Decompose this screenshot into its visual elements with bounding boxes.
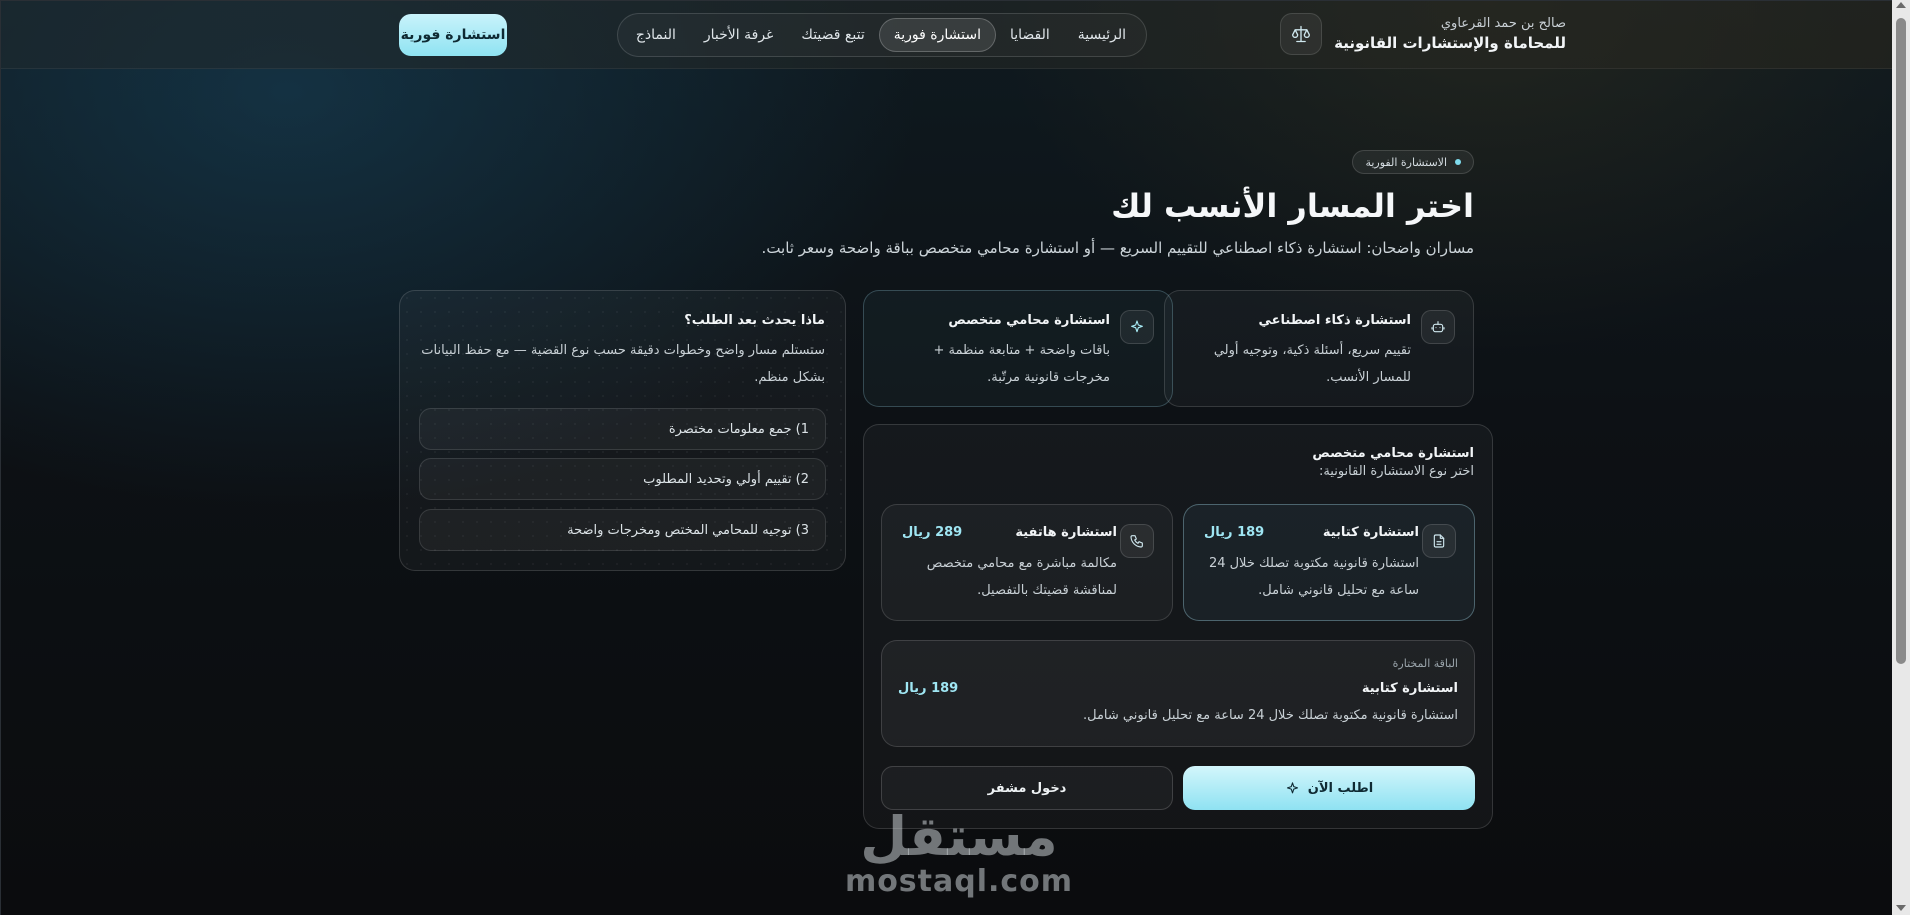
written-option-price: 189 ريال [1204,525,1265,540]
brand-subtitle: صالح بن حمد القرعاوي [1440,16,1566,31]
pill-label: الاستشارة الفورية [1365,155,1447,169]
brand-title: للمحاماة والإستشارات القانونية [1334,34,1566,52]
watermark-en: mostaql.com [844,864,1074,899]
ai-card-desc: تقييم سريع، أسئلة ذكية، وتوجيه أولي للمس… [1213,343,1411,385]
written-option-title: استشارة كتابية [1322,525,1419,540]
encrypted-login-button[interactable]: دخول مشفر [881,766,1173,810]
selected-package-title: استشارة كتابية [1361,681,1458,696]
nav-item-newsroom[interactable]: غرفة الأخبار [690,19,787,51]
app-window: صالح بن حمد القرعاوي للمحاماة والإستشارا… [0,0,1892,915]
sparkle-icon [1286,781,1298,793]
page-subtitle: مساران واضحان: استشارة ذكاء اصطناعي للتق… [761,239,1474,257]
document-icon [1422,524,1456,558]
brand[interactable]: صالح بن حمد القرعاوي للمحاماة والإستشارا… [1280,13,1566,55]
scales-icon [1280,13,1323,55]
mostaql-watermark: مستقل mostaql.com [839,809,1079,899]
phone-option-title: استشارة هاتفية [1015,525,1117,540]
scroll-up-arrow-icon[interactable] [1896,2,1906,8]
nav-item-templates[interactable]: النماذج [622,19,690,51]
phone-consultation-option[interactable]: استشارة هاتفية 289 ريال مكالمة مباشرة مع… [881,504,1173,621]
robot-icon [1421,310,1455,344]
step-item: 2) تقييم أولي وتحديد المطلوب [419,458,826,500]
brand-text: صالح بن حمد القرعاوي للمحاماة والإستشارا… [1334,15,1566,53]
pill-dot [1455,159,1461,165]
section-pill: الاستشارة الفورية [1352,150,1474,174]
after-request-title: ماذا يحدث بعد الطلب؟ [684,313,825,328]
page-title: اختر المسار الأنسب لك [1111,187,1474,225]
selected-package-price: 189 ريال [898,681,959,696]
vertical-scrollbar[interactable] [1892,0,1910,915]
ai-card-title: استشارة ذكاء اصطناعي [1258,313,1411,328]
phone-option-price: 289 ريال [902,525,963,540]
selected-package-caption: الباقة المختارة [1392,657,1458,670]
written-option-desc: استشارة قانونية مكتوبة تصلك خلال 24 ساعة… [1208,556,1419,598]
nav-item-cases[interactable]: القضايا [996,19,1064,51]
watermark-ar: مستقل [860,805,1058,868]
selected-package-desc: استشارة قانونية مكتوبة تصلك خلال 24 ساعة… [1082,708,1458,723]
order-now-button[interactable]: اطلب الآن [1183,766,1475,810]
order-now-label: اطلب الآن [1307,780,1374,796]
after-request-desc: ستستلم مسار واضح وخطوات دقيقة حسب نوع ال… [421,343,825,385]
lawyer-card-desc: باقات واضحة + متابعة منظمة + مخرجات قانو… [933,343,1110,385]
lawyer-card-title: استشارة محامي متخصص [948,313,1110,328]
nav-item-track-case[interactable]: تتبع قضيتك [787,19,878,51]
nav-item-home[interactable]: الرئيسية [1064,19,1140,51]
lawyer-consultation-card[interactable]: استشارة محامي متخصص باقات واضحة + متابعة… [863,290,1173,407]
phone-option-desc: مكالمة مباشرة مع محامي متخصص لمناقشة قضي… [926,556,1117,598]
scrollbar-thumb[interactable] [1896,18,1906,664]
step-item: 1) جمع معلومات مختصرة [419,408,826,450]
selected-package: الباقة المختارة استشارة كتابية 189 ريال … [881,640,1475,747]
panel-subtitle: اختر نوع الاستشارة القانونية: [1318,464,1474,479]
main-nav: الرئيسية القضايا استشارة فورية تتبع قضيت… [617,13,1147,57]
top-header: صالح بن حمد القرعاوي للمحاماة والإستشارا… [1,1,1892,69]
sparkle-icon [1120,310,1154,344]
written-consultation-option[interactable]: استشارة كتابية 189 ريال استشارة قانونية … [1183,504,1475,621]
scroll-down-arrow-icon[interactable] [1896,905,1906,911]
header-consultation-button[interactable]: استشارة فورية [399,14,507,56]
phone-icon [1120,524,1154,558]
step-item: 3) توجيه للمحامي المختص ومخرجات واضحة [419,509,826,551]
ai-consultation-card[interactable]: استشارة ذكاء اصطناعي تقييم سريع، أسئلة ذ… [1164,290,1474,407]
nav-item-instant-consultation[interactable]: استشارة فورية [878,18,996,52]
